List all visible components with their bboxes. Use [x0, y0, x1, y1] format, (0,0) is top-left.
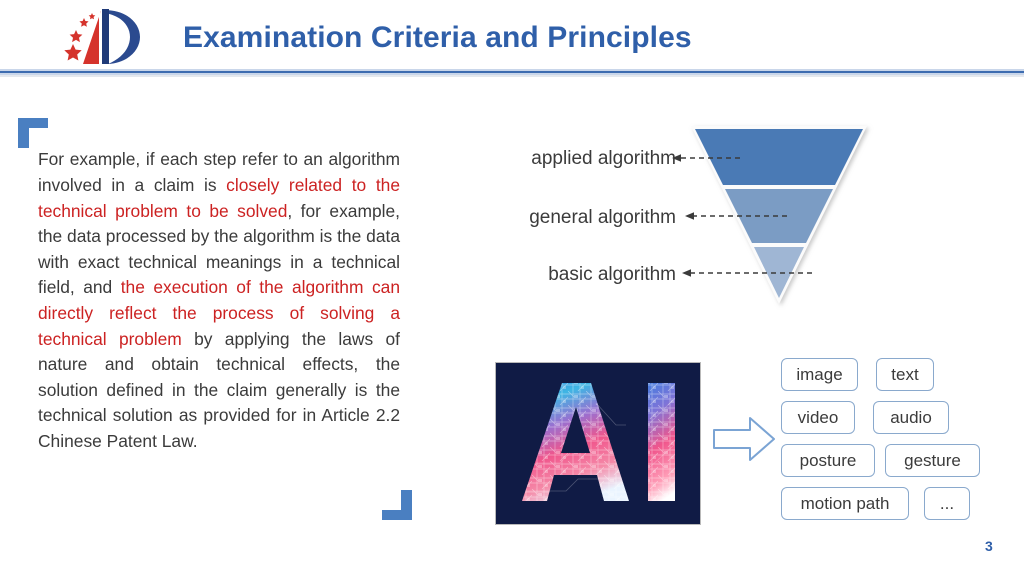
- header-divider: [0, 69, 1024, 77]
- decorative-corner-bottom-right: [382, 490, 412, 520]
- body-paragraph: For example, if each step refer to an al…: [38, 147, 400, 454]
- page-title: Examination Criteria and Principles: [183, 21, 692, 54]
- modality-chip-group: image text video audio posture gesture m…: [778, 356, 1003, 528]
- chip-posture[interactable]: posture: [781, 444, 875, 477]
- ai-illustration-image: [495, 362, 701, 525]
- page-number: 3: [985, 538, 993, 554]
- funnel-segment-basic: [754, 247, 804, 298]
- chip-motion-path[interactable]: motion path: [781, 487, 909, 520]
- chip-audio[interactable]: audio: [873, 401, 949, 434]
- chip-ellipsis[interactable]: ...: [924, 487, 970, 520]
- algorithm-funnel-diagram: applied algorithm general algorithm basi…: [490, 112, 890, 317]
- chip-image[interactable]: image: [781, 358, 858, 391]
- decorative-corner-top-left: [18, 118, 48, 148]
- chip-video[interactable]: video: [781, 401, 855, 434]
- cnipa-logo: [52, 6, 156, 68]
- funnel-segment-applied: [695, 129, 863, 185]
- chip-text[interactable]: text: [876, 358, 934, 391]
- right-block-arrow-icon: [712, 412, 776, 466]
- slide-header: Examination Criteria and Principles: [0, 0, 1024, 86]
- chip-gesture[interactable]: gesture: [885, 444, 980, 477]
